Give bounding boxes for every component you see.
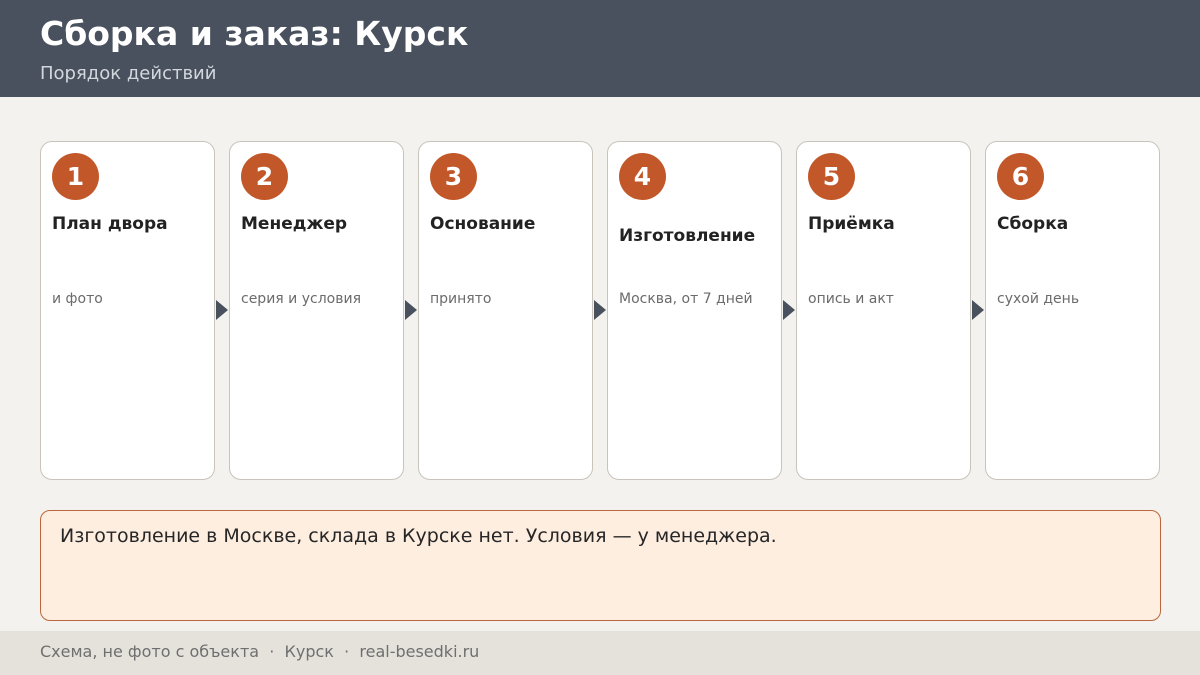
footer-text: Схема, не фото с объекта · Курск · real-… [40,642,480,661]
arrow-right-icon [783,300,795,320]
step-number-badge: 5 [808,153,855,200]
step-card-2: 2 Менеджер серия и условия [229,141,404,480]
step-card-3: 3 Основание принято [418,141,593,480]
step-number-badge: 6 [997,153,1044,200]
step-description: и фото [52,291,103,307]
step-title: План двора [52,213,168,234]
note-text: Изготовление в Москве, склада в Курске н… [60,525,777,547]
step-card-6: 6 Сборка сухой день [985,141,1160,480]
step-card-5: 5 Приёмка опись и акт [796,141,971,480]
step-description: опись и акт [808,291,894,307]
step-description: Москва, от 7 дней [619,291,753,307]
arrow-right-icon [594,300,606,320]
step-number-badge: 4 [619,153,666,200]
step-card-1: 1 План двора и фото [40,141,215,480]
step-title: Изготовление [619,225,756,246]
step-title: Сборка [997,213,1069,234]
step-number-badge: 2 [241,153,288,200]
step-description: серия и условия [241,291,361,307]
step-number-badge: 3 [430,153,477,200]
step-description: сухой день [997,291,1080,307]
step-title: Приёмка [808,213,895,234]
info-note: Изготовление в Москве, склада в Курске н… [40,510,1161,621]
steps-flow: 1 План двора и фото 2 Менеджер серия и у… [0,0,1200,500]
arrow-right-icon [216,300,228,320]
step-title: Менеджер [241,213,348,234]
arrow-right-icon [405,300,417,320]
footer-bar: Схема, не фото с объекта · Курск · real-… [0,631,1200,675]
arrow-right-icon [972,300,984,320]
step-number-badge: 1 [52,153,99,200]
step-card-4: 4 Изготовление Москва, от 7 дней [607,141,782,480]
step-description: принято [430,291,492,307]
step-title: Основание [430,213,536,234]
